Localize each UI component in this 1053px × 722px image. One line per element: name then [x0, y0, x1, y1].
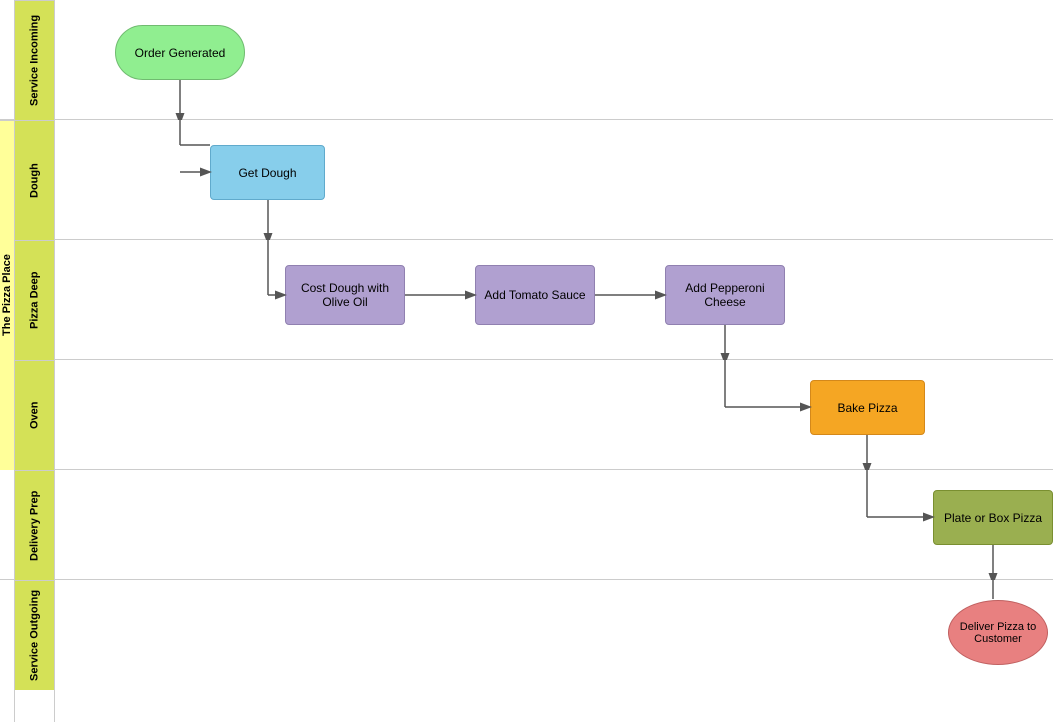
node-plate-box: Plate or Box Pizza — [933, 490, 1053, 545]
lane-pizza-deep: Cost Dough with Olive Oil Add Tomato Sau… — [55, 240, 1053, 360]
group-label-pizza-place: The Pizza Place — [0, 120, 14, 470]
node-order-generated: Order Generated — [115, 25, 245, 80]
arrows-dough — [55, 120, 1053, 239]
node-plate-box-label: Plate or Box Pizza — [944, 511, 1042, 525]
node-cost-dough-label: Cost Dough with Olive Oil — [286, 281, 404, 309]
node-add-pepperoni: Add Pepperoni Cheese — [665, 265, 785, 325]
node-order-generated-label: Order Generated — [135, 46, 226, 60]
arrows-delivery — [55, 470, 1053, 579]
node-bake-pizza: Bake Pizza — [810, 380, 925, 435]
lane-service-outgoing: Deliver Pizza to Customer — [55, 580, 1053, 690]
lane-oven: Bake Pizza — [55, 360, 1053, 470]
lane-label-delivery-prep: Delivery Prep — [15, 470, 54, 580]
lane-service-incoming: Order Generated — [55, 0, 1053, 120]
node-add-tomato-label: Add Tomato Sauce — [484, 288, 585, 302]
node-bake-pizza-label: Bake Pizza — [837, 401, 897, 415]
node-deliver: Deliver Pizza to Customer — [948, 600, 1048, 665]
lane-label-pizza-deep: Pizza Deep — [15, 240, 54, 360]
diagram-container: The Pizza Place Service Incoming Dough P… — [0, 0, 1053, 722]
lane-label-oven: Oven — [15, 360, 54, 470]
lane-dough: Get Dough — [55, 120, 1053, 240]
lane-label-service-outgoing: Service Outgoing — [15, 580, 54, 690]
arrows-outgoing — [55, 580, 1053, 690]
lane-label-service-incoming: Service Incoming — [15, 0, 54, 120]
lane-label-dough: Dough — [15, 120, 54, 240]
node-get-dough: Get Dough — [210, 145, 325, 200]
node-cost-dough: Cost Dough with Olive Oil — [285, 265, 405, 325]
lane-delivery-prep: Plate or Box Pizza — [55, 470, 1053, 580]
node-add-tomato: Add Tomato Sauce — [475, 265, 595, 325]
node-add-pepperoni-label: Add Pepperoni Cheese — [666, 281, 784, 309]
node-get-dough-label: Get Dough — [238, 166, 296, 180]
lanes-content: Order Generated Get Dough — [55, 0, 1053, 722]
node-deliver-label: Deliver Pizza to Customer — [949, 621, 1047, 645]
swimlane-labels: Service Incoming Dough Pizza Deep Oven D… — [15, 0, 55, 722]
